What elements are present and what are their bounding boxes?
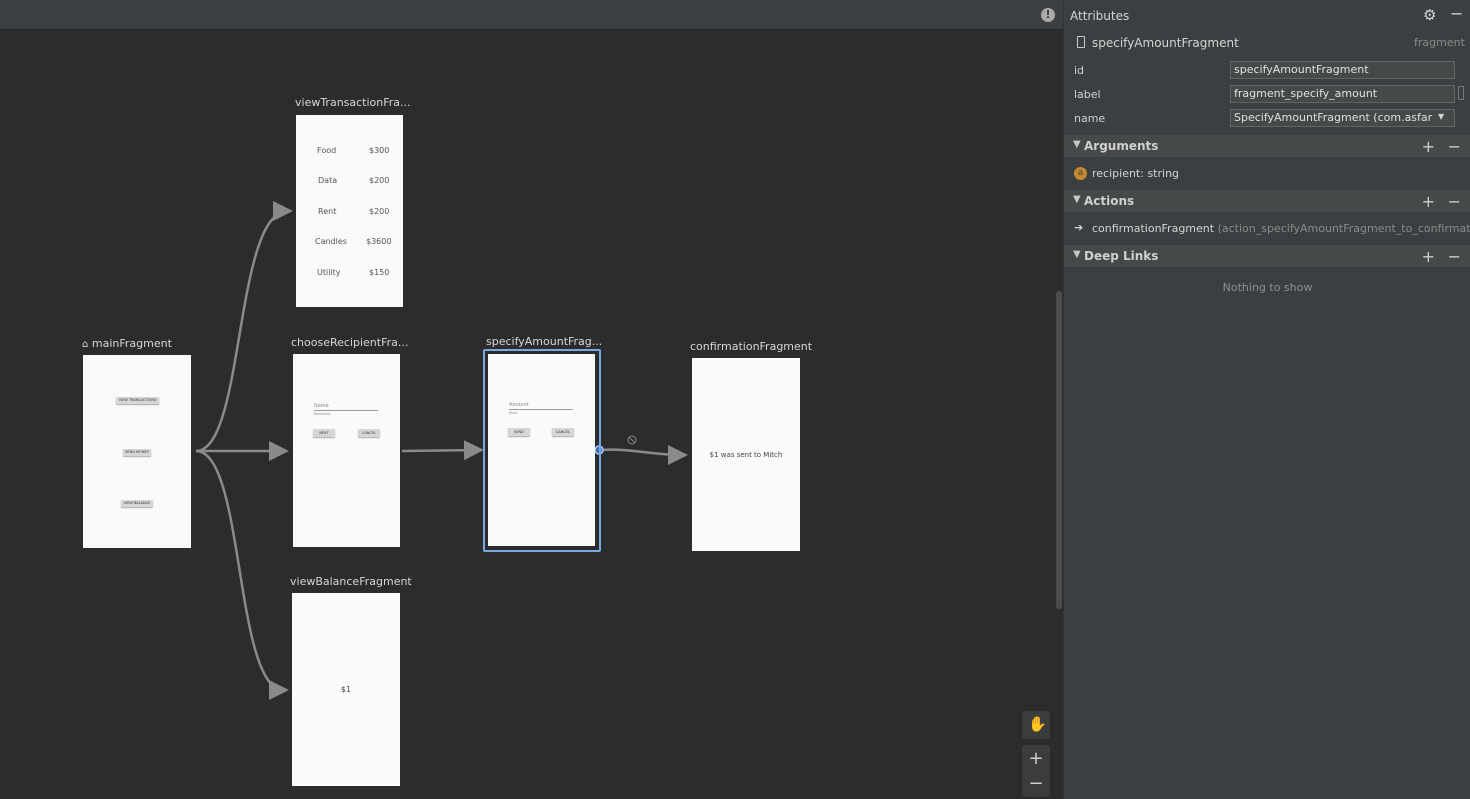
attribute-label: label	[1074, 88, 1101, 101]
next-button: NEXT	[313, 429, 335, 437]
main-fragment-label[interactable]: ⌂ mainFragment	[82, 337, 172, 350]
zoom-controls: + −	[1022, 745, 1050, 797]
chevron-down-icon[interactable]: ▼	[1438, 112, 1444, 121]
selected-destination-row: specifyAmountFragment fragment	[1064, 33, 1470, 55]
vertical-scrollbar[interactable]	[1056, 291, 1062, 609]
confirmation-message: $1 was sent to Mitch	[709, 451, 783, 459]
transaction-amount: $300	[369, 146, 390, 155]
gear-icon[interactable]: ⚙	[1423, 6, 1436, 24]
add-action-icon[interactable]: +	[1422, 192, 1435, 211]
attribute-row-id: id specifyAmountFragment	[1064, 60, 1470, 82]
selected-destination-name: specifyAmountFragment	[1092, 36, 1239, 50]
view-transactions-button: VIEW TRANSACTIONS	[116, 397, 159, 404]
action-arrow-to-view-transaction	[195, 201, 293, 453]
id-field[interactable]: specifyAmountFragment	[1230, 61, 1455, 79]
action-arrow-to-specify-amount	[401, 440, 484, 461]
action-arrow-to-confirmation	[599, 444, 688, 465]
specify-amount-fragment-screen[interactable]: Amount $ksh SEND CANCEL	[488, 354, 595, 546]
transaction-amount: $150	[369, 268, 390, 277]
view-balance-button: VIEW BALANCE	[121, 500, 153, 507]
zoom-in-button[interactable]: +	[1022, 748, 1050, 769]
name-dropdown-value: SpecifyAmountFragment (com.asfar	[1234, 111, 1433, 124]
recipient-field-underline	[314, 410, 378, 411]
choose-recipient-fragment-label[interactable]: chooseRecipientFra...	[291, 336, 408, 349]
action-arrow-to-view-balance	[195, 449, 289, 700]
transaction-name: Data	[318, 176, 338, 185]
argument-item[interactable]: a recipient: string	[1064, 165, 1470, 185]
home-icon: ⌂	[82, 339, 89, 350]
amount-field-underline	[509, 409, 573, 410]
transaction-name: Rent	[318, 207, 337, 216]
remove-argument-icon[interactable]: −	[1448, 137, 1461, 156]
attribute-label: id	[1074, 64, 1085, 77]
transaction-name: Candles	[315, 237, 347, 246]
remove-action-icon[interactable]: −	[1448, 192, 1461, 211]
name-dropdown[interactable]: SpecifyAmountFragment (com.asfar	[1230, 109, 1455, 127]
balance-value: $1	[340, 685, 352, 694]
amount-field-subtext: $ksh	[509, 411, 518, 415]
zoom-out-button[interactable]: −	[1022, 773, 1050, 794]
main-fragment-screen[interactable]: VIEW TRANSACTIONS SEND MONEY VIEW BALANC…	[83, 355, 191, 548]
choose-recipient-fragment-screen[interactable]: Name Recipient NEXT CANCEL	[293, 354, 400, 547]
collapse-icon[interactable]: ▼	[1073, 194, 1081, 205]
transaction-amount: $200	[369, 176, 390, 185]
add-argument-icon[interactable]: +	[1422, 137, 1435, 156]
send-button: SEND	[508, 428, 530, 436]
panel-title: Attributes	[1070, 9, 1130, 23]
collapse-icon[interactable]: ▼	[1073, 139, 1081, 150]
recipient-field-hint: Name	[314, 403, 329, 409]
confirmation-fragment-label[interactable]: confirmationFragment	[690, 340, 812, 353]
action-destination: confirmationFragment	[1092, 222, 1215, 235]
resource-picker-button[interactable]	[1458, 86, 1464, 100]
attribute-row-name: name SpecifyAmountFragment (com.asfar ▼	[1064, 108, 1470, 130]
transaction-amount: $3600	[366, 237, 392, 246]
actions-section-header[interactable]: ▼ Actions + −	[1064, 190, 1470, 212]
arguments-section-header[interactable]: ▼ Arguments + −	[1064, 135, 1470, 157]
empty-state-text: Nothing to show	[1222, 281, 1313, 294]
view-transaction-fragment-screen[interactable]: Food $300 Data $200 Rent $200 Candles $3…	[296, 115, 403, 307]
cancel-button: CANCEL	[358, 429, 380, 437]
selected-destination-type: fragment	[1414, 36, 1465, 49]
view-balance-fragment-screen[interactable]: $1	[292, 593, 400, 786]
action-text: confirmationFragment (action_specifyAmou…	[1092, 222, 1470, 235]
remove-deep-link-icon[interactable]: −	[1448, 247, 1461, 266]
transaction-name: Utility	[317, 268, 341, 277]
deep-links-section-header[interactable]: ▼ Deep Links + −	[1064, 245, 1470, 267]
deep-links-title: Deep Links	[1084, 249, 1159, 263]
action-item[interactable]: ➔ confirmationFragment (action_specifyAm…	[1064, 220, 1470, 240]
attribute-label: name	[1074, 112, 1106, 125]
add-deep-link-icon[interactable]: +	[1422, 247, 1435, 266]
attribute-row-label: label fragment_specify_amount	[1064, 84, 1470, 106]
view-transaction-fragment-label[interactable]: viewTransactionFra...	[295, 96, 411, 109]
view-balance-fragment-label[interactable]: viewBalanceFragment	[290, 575, 412, 588]
amount-field-hint: Amount	[509, 402, 529, 408]
deep-links-empty-state: Nothing to show	[1064, 276, 1470, 294]
transaction-name: Food	[317, 146, 337, 155]
label-field[interactable]: fragment_specify_amount	[1230, 85, 1455, 103]
attributes-header: Attributes ⚙ −	[1064, 0, 1470, 30]
action-id: (action_specifyAmountFragment_to_confirm…	[1217, 222, 1470, 235]
collapse-icon[interactable]: ▼	[1073, 249, 1081, 260]
attributes-panel: Attributes ⚙ − specifyAmountFragment fra…	[1063, 0, 1470, 799]
hand-icon: ✋	[1028, 715, 1047, 733]
send-money-button: SEND MONEY	[123, 449, 151, 456]
pan-button[interactable]: ✋	[1022, 711, 1050, 739]
cancel-button: CANCEL	[552, 428, 574, 436]
actions-title: Actions	[1084, 194, 1135, 208]
argument-text: recipient: string	[1092, 167, 1180, 180]
argument-badge-icon: a	[1074, 167, 1087, 180]
device-icon	[1077, 36, 1085, 48]
confirmation-fragment-screen[interactable]: $1 was sent to Mitch	[692, 358, 800, 551]
transaction-amount: $200	[369, 207, 390, 216]
specify-amount-fragment-label[interactable]: specifyAmountFrag...	[486, 335, 602, 348]
recipient-field-subtext: Recipient	[314, 412, 331, 416]
arguments-title: Arguments	[1084, 139, 1159, 153]
pop-behavior-icon	[627, 435, 637, 445]
arrow-right-icon: ➔	[1074, 221, 1084, 234]
navigation-graph-editor[interactable]: ! ⌂ mainFragment VIEW TRANSACTIONS SEND …	[0, 0, 1063, 799]
minimize-icon[interactable]: −	[1450, 4, 1463, 23]
